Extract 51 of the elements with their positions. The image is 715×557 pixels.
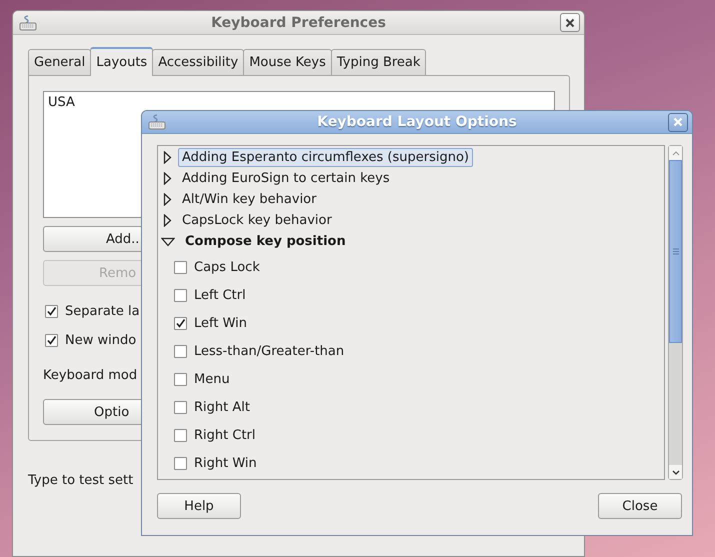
option-label: Right Win	[194, 456, 257, 470]
checkbox[interactable]	[174, 316, 187, 330]
checkbox[interactable]	[174, 428, 187, 442]
tree-item[interactable]: Adding EuroSign to certain keys	[178, 169, 394, 188]
checkbox[interactable]	[174, 344, 187, 358]
tab[interactable]: Accessibility	[152, 49, 244, 75]
checkbox[interactable]	[174, 456, 187, 470]
scrollbar-thumb[interactable]	[669, 160, 682, 343]
expander-icon[interactable]	[161, 236, 175, 246]
window-title: Keyboard Preferences	[210, 14, 387, 30]
expander-icon[interactable]	[163, 172, 172, 185]
checkbox-label: Separate la	[65, 304, 140, 320]
checkbox[interactable]	[174, 288, 187, 302]
option-label: Left Win	[194, 316, 248, 330]
option-label: Menu	[194, 372, 230, 386]
scroll-up-icon[interactable]	[672, 150, 680, 156]
scroll-down-icon[interactable]	[672, 470, 680, 474]
tree-item[interactable]: Adding Esperanto circumflexes (supersigno)	[178, 148, 473, 167]
option-label: Less-than/Greater-than	[194, 344, 344, 358]
help-button[interactable]: Help	[157, 493, 241, 519]
dialog-title: Keyboard Layout Options	[316, 114, 518, 130]
checkbox[interactable]	[174, 400, 187, 414]
checkmark-icon	[175, 318, 186, 328]
checkmark-icon	[46, 306, 57, 318]
checkmark-icon	[46, 335, 57, 346]
option-label: Right Ctrl	[194, 428, 256, 442]
checkbox[interactable]	[45, 334, 58, 348]
keyboard-icon	[148, 114, 166, 130]
checkbox[interactable]	[45, 305, 58, 318]
list-item[interactable]: USA	[48, 95, 75, 110]
checkbox[interactable]	[174, 260, 187, 274]
tree-item[interactable]: Alt/Win key behavior	[178, 190, 320, 209]
tab[interactable]: Layouts	[90, 47, 154, 76]
keyboard-icon	[19, 14, 37, 30]
option-label: Left Ctrl	[194, 288, 246, 302]
tab[interactable]: Typing Break	[330, 49, 426, 75]
test-label: Type to test sett	[28, 473, 134, 488]
close-icon	[673, 117, 683, 127]
expander-icon[interactable]	[163, 151, 172, 164]
checkbox-label: New windo	[65, 333, 136, 348]
tab[interactable]: Mouse Keys	[243, 49, 332, 75]
expander-icon[interactable]	[163, 214, 172, 227]
close-icon	[565, 18, 575, 28]
keyboard-model-label: Keyboard mod	[43, 368, 138, 384]
expander-icon[interactable]	[163, 193, 172, 206]
close-button[interactable]	[668, 112, 688, 132]
scrollbar[interactable]	[668, 145, 683, 480]
tab[interactable]: General	[28, 49, 92, 75]
close-button[interactable]: Close	[598, 493, 682, 519]
close-button[interactable]	[560, 13, 580, 32]
checkbox[interactable]	[174, 372, 187, 386]
